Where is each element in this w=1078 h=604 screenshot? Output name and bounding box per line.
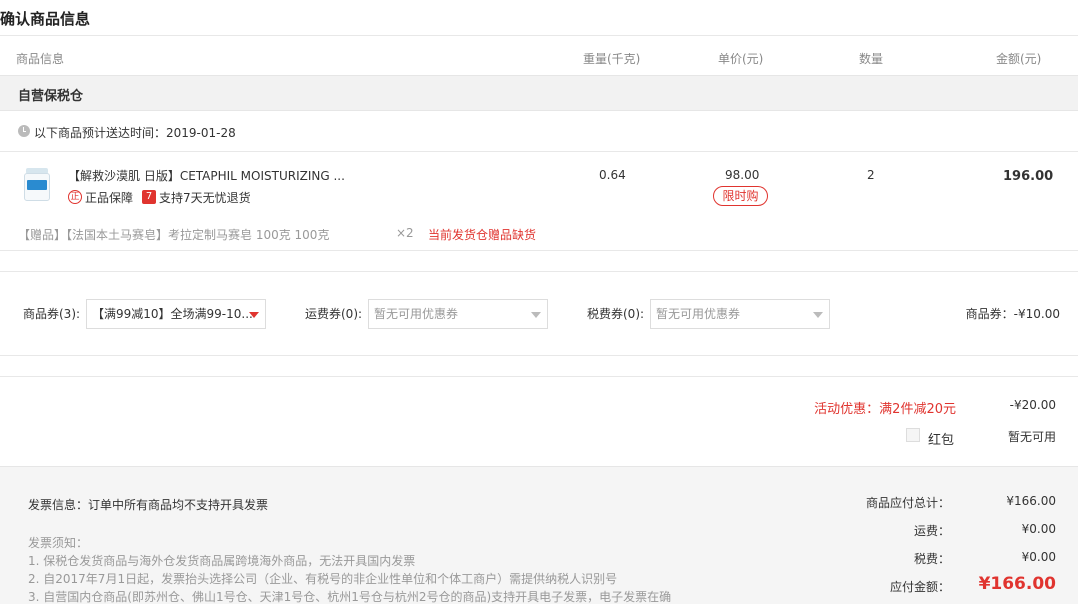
tax-coupon-select[interactable]: 暂无可用优惠券 [650, 299, 830, 329]
column-header-price: 单价(元) [718, 52, 764, 66]
gift-status: 当前发货仓赠品缺货 [428, 228, 537, 242]
gift-item: 【赠品】【法国本土马赛皂】考拉定制马赛皂 100克 100克 [18, 228, 330, 242]
divider [0, 151, 1078, 152]
redpacket-status: 暂无可用 [1007, 430, 1056, 444]
goods-coupon-label: 商品券(3): [23, 307, 81, 321]
column-header-amount: 金额(元) [996, 52, 1042, 66]
shipping-fee-value: ¥0.00 [1021, 522, 1056, 536]
chevron-down-icon [531, 312, 541, 318]
chevron-down-icon [249, 312, 259, 318]
tax-fee-label: 税费： [913, 552, 950, 566]
divider [0, 355, 1078, 356]
redpacket-checkbox[interactable] [906, 428, 920, 442]
page-title: 确认商品信息 [0, 10, 91, 28]
column-header-weight: 重量(千克) [583, 52, 641, 66]
tax-coupon-value: 暂无可用优惠券 [656, 307, 741, 321]
invoice-note: 2. 自2017年7月1日起，发票抬头选择公司（企业、有税号的非企业性单位和个体… [28, 572, 618, 586]
product-name[interactable]: 【解救沙漠肌 日版】CETAPHIL MOISTURIZING ... [68, 167, 345, 184]
clock-icon [18, 125, 30, 137]
promotion-value: -¥20.00 [1009, 398, 1056, 412]
product-amount: 196.00 [1003, 169, 1054, 184]
goods-coupon-select[interactable]: 【满99减10】全场满99-10... [86, 299, 266, 329]
shipping-coupon-value: 暂无可用优惠券 [374, 307, 459, 321]
divider [0, 376, 1078, 377]
goods-total-value: ¥166.00 [1006, 494, 1056, 508]
return-badge-icon: 7 [142, 190, 156, 204]
chevron-down-icon [813, 312, 823, 318]
limited-time-tag: 限时购 [713, 186, 768, 206]
invoice-note: 3. 自营国内仓商品(即苏州仓、佛山1号仓、天津1号仓、杭州1号仓与杭州2号仓的… [28, 590, 672, 604]
product-price: 98.00 [725, 168, 760, 182]
column-header-qty: 数量 [859, 52, 884, 66]
column-header-info: 商品信息 [16, 52, 65, 66]
tax-coupon-label: 税费券(0): [587, 307, 645, 321]
payable-amount: ¥166.00 [978, 574, 1056, 594]
warehouse-name: 自营保税仓 [18, 89, 84, 104]
genuine-guarantee-label: 正品保障 [85, 191, 134, 205]
shipping-fee-label: 运费： [913, 524, 950, 538]
divider [0, 35, 1078, 36]
goods-coupon-value: 【满99减10】全场满99-10... [92, 307, 253, 321]
invoice-notice-title: 发票须知： [28, 536, 89, 550]
redpacket-label[interactable]: 红包 [928, 429, 954, 448]
coupon-discount: 商品券：-¥10.00 [965, 307, 1060, 321]
warehouse-header: 自营保税仓 [0, 75, 1078, 111]
product-weight: 0.64 [599, 168, 626, 182]
divider [0, 250, 1078, 251]
delivery-time: 以下商品预计送达时间：2019-01-28 [34, 126, 236, 140]
shipping-coupon-select[interactable]: 暂无可用优惠券 [368, 299, 548, 329]
promotion-label: 活动优惠：满2件减20元 [814, 402, 956, 417]
genuine-badge-icon: 正 [68, 190, 82, 204]
divider [0, 271, 1078, 272]
invoice-note: 1. 保税仓发货商品与海外仓发货商品属跨境海外商品，无法开具国内发票 [28, 554, 416, 568]
invoice-info: 发票信息：订单中所有商品均不支持开具发票 [28, 498, 269, 512]
payable-label: 应付金额： [889, 580, 950, 594]
product-qty: 2 [867, 168, 875, 182]
tax-fee-value: ¥0.00 [1021, 550, 1056, 564]
gift-qty: ×2 [396, 226, 414, 240]
shipping-coupon-label: 运费券(0): [305, 307, 363, 321]
product-image[interactable] [22, 168, 52, 202]
goods-total-label: 商品应付总计： [865, 496, 950, 510]
return-policy-label: 支持7天无忧退货 [159, 191, 251, 205]
